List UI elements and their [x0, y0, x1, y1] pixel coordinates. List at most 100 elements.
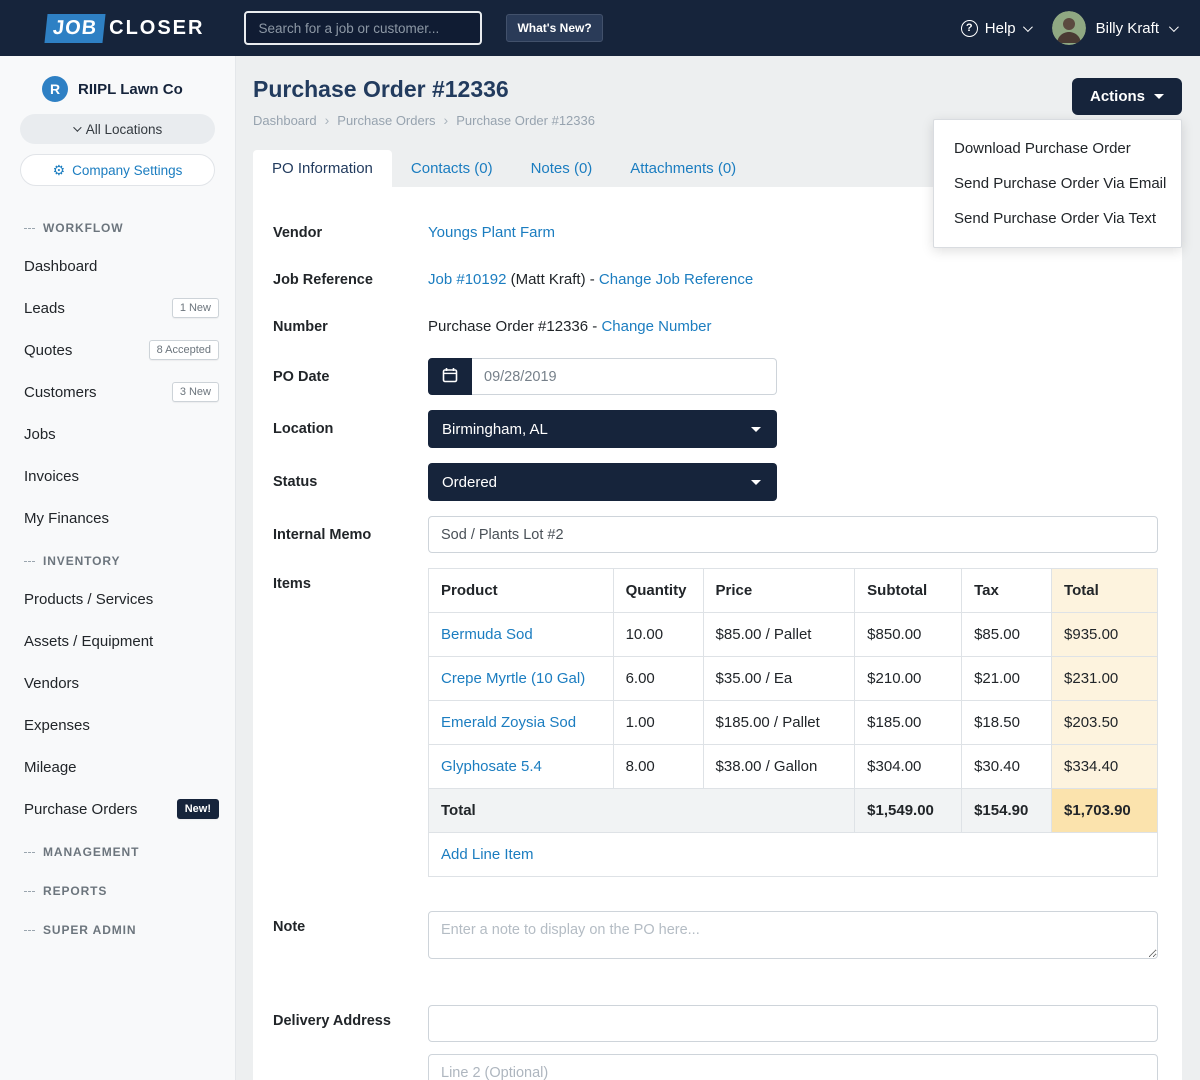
delivery-address-line1-input[interactable]	[428, 1005, 1158, 1042]
tab-attachments[interactable]: Attachments (0)	[611, 150, 755, 187]
sidebar-item-purchase-orders[interactable]: Purchase Orders New!	[0, 788, 235, 830]
breadcrumb-separator	[444, 112, 449, 128]
user-menu[interactable]: Billy Kraft	[1052, 11, 1176, 45]
po-date-label: PO Date	[273, 369, 428, 385]
sidebar-item-assets-equipment[interactable]: Assets / Equipment	[0, 620, 235, 662]
breadcrumb-current: Purchase Order #12336	[456, 113, 595, 128]
sidebar-item-dashboard[interactable]: Dashboard	[0, 245, 235, 287]
sidebar-section-super-admin[interactable]: SUPER ADMIN	[0, 908, 235, 947]
subtotal-cell: $304.00	[855, 745, 962, 789]
internal-memo-input[interactable]	[428, 516, 1158, 553]
sidebar-item-vendors[interactable]: Vendors	[0, 662, 235, 704]
table-row: Emerald Zoysia Sod 1.00 $185.00 / Pallet…	[429, 701, 1158, 745]
company-header[interactable]: R RIIPL Lawn Co	[0, 56, 235, 114]
sidebar: R RIIPL Lawn Co All Locations ⚙ Company …	[0, 56, 236, 1080]
note-label: Note	[273, 911, 428, 935]
table-row: Bermuda Sod 10.00 $85.00 / Pallet $850.0…	[429, 613, 1158, 657]
breadcrumb-dashboard[interactable]: Dashboard	[253, 113, 317, 128]
total-row-total: $1,703.90	[1052, 789, 1158, 833]
section-dash	[24, 930, 35, 931]
tax-cell: $18.50	[962, 701, 1052, 745]
sidebar-item-quotes[interactable]: Quotes 8 Accepted	[0, 329, 235, 371]
total-row-subtotal: $1,549.00	[855, 789, 962, 833]
change-number-link[interactable]: Change Number	[601, 318, 711, 335]
sidebar-section-workflow[interactable]: WORKFLOW	[0, 206, 235, 245]
caret-down-icon	[1154, 94, 1164, 99]
tab-contacts[interactable]: Contacts (0)	[392, 150, 512, 187]
price-cell: $38.00 / Gallon	[703, 745, 855, 789]
all-locations-dropdown[interactable]: All Locations	[20, 114, 215, 144]
menu-item-download-po[interactable]: Download Purchase Order	[934, 131, 1181, 166]
sidebar-item-expenses[interactable]: Expenses	[0, 704, 235, 746]
status-select[interactable]: Ordered	[428, 463, 777, 501]
sidebar-section-reports[interactable]: REPORTS	[0, 869, 235, 908]
total-cell: $203.50	[1052, 701, 1158, 745]
po-number-value: Purchase Order #12336 -	[428, 318, 597, 335]
location-select[interactable]: Birmingham, AL	[428, 410, 777, 448]
whats-new-button[interactable]: What's New?	[506, 14, 602, 42]
product-link[interactable]: Bermuda Sod	[441, 626, 533, 643]
help-menu[interactable]: ? Help	[961, 20, 1030, 37]
sidebar-item-my-finances[interactable]: My Finances	[0, 497, 235, 539]
company-settings-button[interactable]: ⚙ Company Settings	[20, 154, 215, 186]
calendar-button[interactable]	[428, 358, 472, 395]
sidebar-item-leads[interactable]: Leads 1 New	[0, 287, 235, 329]
gear-icon: ⚙	[53, 163, 66, 177]
price-cell: $35.00 / Ea	[703, 657, 855, 701]
vendor-label: Vendor	[273, 225, 428, 241]
section-dash	[24, 228, 35, 229]
number-label: Number	[273, 319, 428, 335]
app-logo[interactable]: JOB CLOSER	[46, 14, 204, 43]
avatar	[1052, 11, 1086, 45]
sidebar-item-products-services[interactable]: Products / Services	[0, 578, 235, 620]
section-dash	[24, 891, 35, 892]
top-bar: JOB CLOSER What's New? ? Help Billy Kraf…	[0, 0, 1200, 56]
job-reference-link[interactable]: Job #10192	[428, 271, 506, 288]
breadcrumb: Dashboard Purchase Orders Purchase Order…	[253, 112, 595, 128]
product-link[interactable]: Emerald Zoysia Sod	[441, 714, 576, 731]
column-tax: Tax	[962, 569, 1052, 613]
add-line-item-link[interactable]: Add Line Item	[441, 846, 534, 863]
purchase-orders-new-badge: New!	[177, 799, 219, 819]
company-logo: R	[42, 76, 68, 102]
section-dash	[24, 852, 35, 853]
quantity-cell: 6.00	[613, 657, 703, 701]
column-price: Price	[703, 569, 855, 613]
sidebar-item-customers[interactable]: Customers 3 New	[0, 371, 235, 413]
delivery-address-line2-input[interactable]	[428, 1054, 1158, 1080]
status-value: Ordered	[442, 474, 497, 491]
page-title: Purchase Order #12336	[253, 76, 595, 103]
add-line-item-row: Add Line Item	[429, 833, 1158, 877]
product-link[interactable]: Glyphosate 5.4	[441, 758, 542, 775]
sidebar-item-invoices[interactable]: Invoices	[0, 455, 235, 497]
items-label: Items	[273, 568, 428, 592]
actions-button[interactable]: Actions	[1072, 78, 1182, 115]
section-dash	[24, 561, 35, 562]
menu-item-send-po-text[interactable]: Send Purchase Order Via Text	[934, 201, 1181, 236]
sidebar-section-inventory[interactable]: INVENTORY	[0, 539, 235, 578]
caret-down-icon	[751, 427, 761, 432]
vendor-link[interactable]: Youngs Plant Farm	[428, 224, 555, 241]
menu-item-send-po-email[interactable]: Send Purchase Order Via Email	[934, 166, 1181, 201]
company-settings-label: Company Settings	[72, 163, 182, 178]
column-quantity: Quantity	[613, 569, 703, 613]
breadcrumb-purchase-orders[interactable]: Purchase Orders	[337, 113, 435, 128]
po-date-input[interactable]	[472, 358, 777, 395]
tax-cell: $30.40	[962, 745, 1052, 789]
note-textarea[interactable]	[428, 911, 1158, 959]
product-link[interactable]: Crepe Myrtle (10 Gal)	[441, 670, 585, 687]
location-value: Birmingham, AL	[442, 421, 548, 438]
quotes-badge: 8 Accepted	[149, 340, 219, 360]
leads-badge: 1 New	[172, 298, 219, 318]
tab-po-information[interactable]: PO Information	[253, 150, 392, 187]
tab-notes[interactable]: Notes (0)	[512, 150, 612, 187]
global-search-input[interactable]	[244, 11, 482, 45]
help-label: Help	[985, 20, 1016, 37]
sidebar-item-mileage[interactable]: Mileage	[0, 746, 235, 788]
sidebar-section-management[interactable]: MANAGEMENT	[0, 830, 235, 869]
sidebar-item-jobs[interactable]: Jobs	[0, 413, 235, 455]
all-locations-label: All Locations	[86, 122, 163, 137]
table-row: Glyphosate 5.4 8.00 $38.00 / Gallon $304…	[429, 745, 1158, 789]
change-job-reference-link[interactable]: Change Job Reference	[599, 271, 753, 288]
job-reference-label: Job Reference	[273, 272, 428, 288]
